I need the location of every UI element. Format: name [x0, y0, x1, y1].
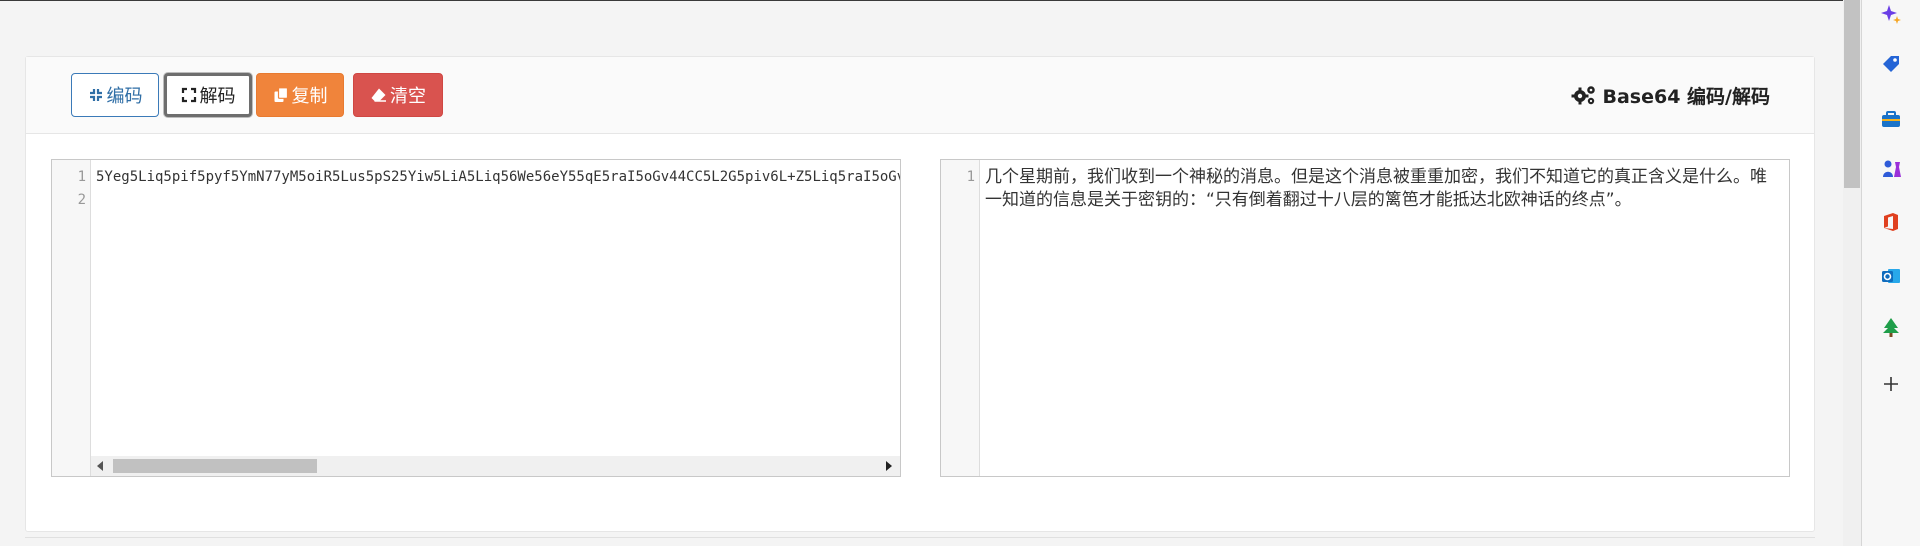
line-number-gutter: 1 2: [52, 160, 91, 476]
encode-button[interactable]: 编码: [71, 73, 159, 117]
tree-icon[interactable]: [1880, 316, 1902, 338]
base64-panel: 编码 解码 复制 清空 Base64 编码/解码 1 2 5Yeg5Liq5pi…: [25, 56, 1815, 532]
chess-icon[interactable]: [1880, 158, 1902, 180]
decode-button-label: 解码: [199, 86, 236, 107]
clear-button-label: 清空: [390, 86, 426, 107]
clear-button[interactable]: 清空: [353, 73, 443, 117]
base64-input-editor[interactable]: 1 2 5Yeg5Liq5pif5pyf5YmN77yM5oiR5Lus5pS2…: [51, 159, 901, 477]
line-number: 2: [77, 192, 86, 208]
outlook-icon[interactable]: [1880, 265, 1902, 287]
copy-button-label: 复制: [291, 86, 328, 107]
browser-sidebar: [1861, 0, 1920, 546]
plain-text-editor[interactable]: 1 几个星期前，我们收到一个神秘的消息。但是这个消息被重重加密，我们不知道它的真…: [940, 159, 1790, 477]
line-number-gutter: 1: [941, 160, 980, 476]
copilot-sparkle-icon[interactable]: [1880, 3, 1902, 25]
toolbox-icon[interactable]: [1880, 108, 1902, 130]
base64-text[interactable]: 5Yeg5Liq5pif5pyf5YmN77yM5oiR5Lus5pS25Yiw…: [96, 166, 900, 189]
scrollbar-thumb[interactable]: [113, 459, 317, 473]
plain-text[interactable]: 几个星期前，我们收到一个神秘的消息。但是这个消息被重重加密，我们不知道它的真正含…: [985, 166, 1771, 212]
panel-title-text: Base64 编码/解码: [1602, 85, 1771, 108]
scroll-left-icon[interactable]: [97, 461, 103, 471]
compress-icon: [89, 89, 102, 101]
window-top-border: [0, 0, 1843, 1]
copy-button[interactable]: 复制: [256, 73, 344, 117]
tag-icon[interactable]: [1880, 53, 1902, 75]
gears-icon: [1571, 86, 1595, 105]
add-icon[interactable]: [1880, 373, 1902, 395]
page-scrollbar-thumb[interactable]: [1844, 0, 1860, 188]
copy-icon: [274, 87, 288, 102]
next-panel-border: [25, 537, 1815, 538]
line-number: 1: [966, 169, 975, 185]
scroll-right-icon[interactable]: [886, 461, 892, 471]
decode-button[interactable]: 解码: [164, 73, 252, 117]
panel-header: 编码 解码 复制 清空 Base64 编码/解码: [26, 57, 1814, 134]
eraser-icon: [371, 88, 386, 102]
panel-title: Base64 编码/解码: [1571, 81, 1771, 109]
encode-button-label: 编码: [106, 86, 143, 107]
line-number: 1: [77, 169, 86, 185]
horizontal-scrollbar[interactable]: [91, 456, 900, 476]
page-vertical-scrollbar[interactable]: [1843, 0, 1861, 546]
office-icon[interactable]: [1880, 211, 1902, 233]
expand-icon: [181, 87, 196, 103]
